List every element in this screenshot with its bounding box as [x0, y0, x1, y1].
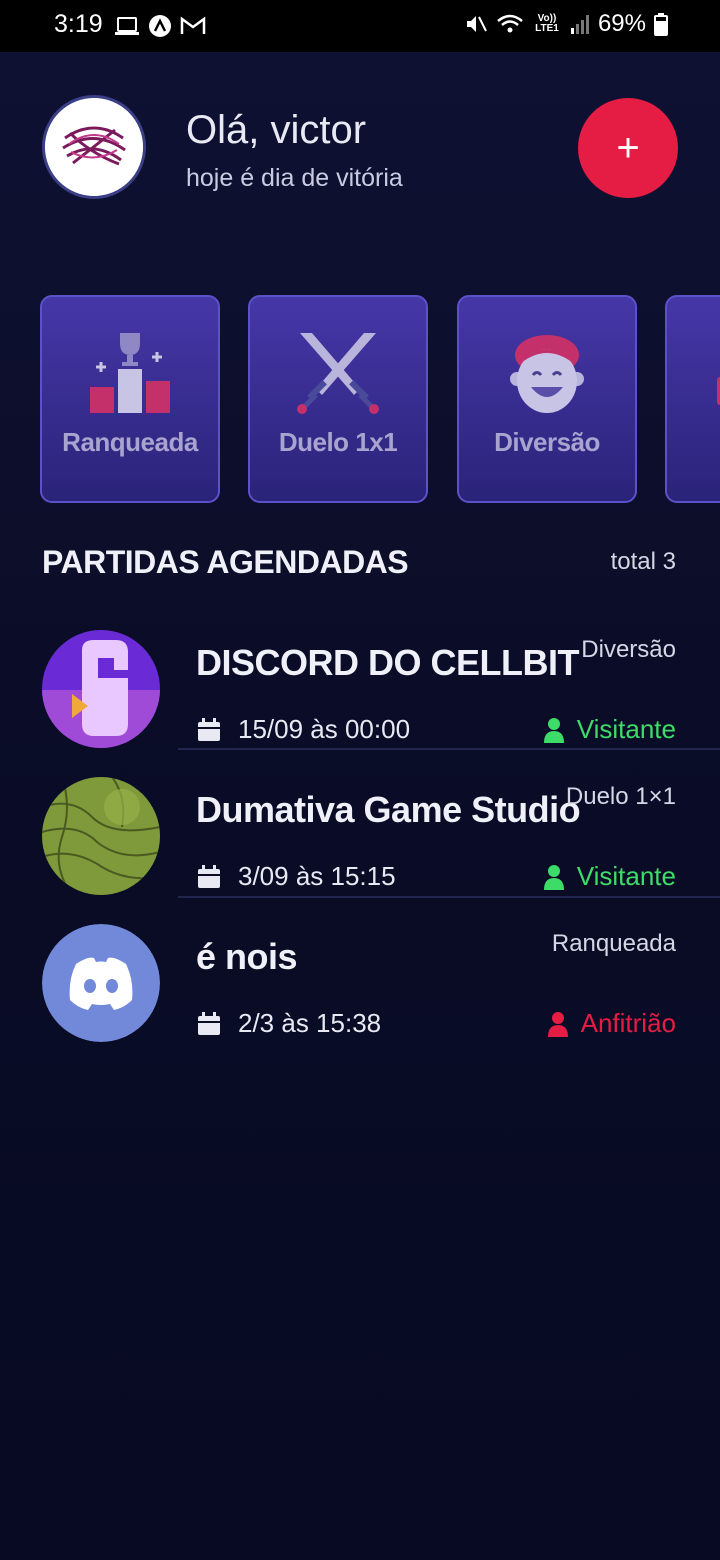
user-icon: [543, 864, 564, 890]
calendar-icon: [198, 1011, 220, 1035]
calendar-icon: [198, 864, 220, 888]
status-bar: 3:19 Vo)) LTE1 69%: [0, 0, 720, 52]
user-avatar[interactable]: [42, 95, 146, 199]
guild-avatar: [42, 777, 160, 895]
category-label: Ranqueada: [62, 427, 198, 457]
add-match-button[interactable]: +: [578, 98, 678, 198]
signal-icon: [570, 13, 590, 35]
battery-percent: 69%: [597, 10, 646, 37]
divider: [178, 896, 720, 898]
match-category: Ranqueada: [551, 930, 676, 957]
notification-icons: [114, 14, 206, 38]
user-icon: [543, 717, 564, 743]
crossed-swords-icon: [297, 333, 379, 414]
match-role: Visitante: [543, 714, 676, 745]
discord-icon: [42, 924, 160, 1042]
greeting-text: Olá, victor: [186, 108, 367, 152]
discord-avatar: [42, 924, 160, 1042]
network-label: Vo)) LTE1: [535, 13, 559, 34]
divider: [178, 748, 720, 750]
match-category: Duelo 1×1: [565, 783, 676, 810]
match-date: 3/09 às 15:15: [196, 861, 396, 892]
match-title: DISCORD DO CELLBIT: [196, 642, 580, 683]
system-indicators: Vo)) LTE1 69%: [464, 10, 668, 38]
category-label: Diversão: [494, 427, 600, 457]
section-title: PARTIDAS AGENDADAS: [42, 544, 409, 580]
list-item[interactable]: Dumativa Game Studio Duelo 1×1 3/09 às 1…: [0, 777, 720, 925]
app-a-icon: [148, 14, 172, 38]
match-role: Visitante: [543, 861, 676, 892]
list-item[interactable]: é nois Ranqueada 2/3 às 15:38 Anfitrião: [0, 924, 720, 1072]
match-date: 2/3 às 15:38: [196, 1008, 381, 1039]
category-card-diversao[interactable]: Diversão: [457, 295, 637, 503]
section-total: total 3: [610, 548, 676, 575]
match-role: Anfitrião: [547, 1008, 676, 1039]
battery-icon: [654, 12, 668, 36]
status-time: 3:19: [54, 10, 103, 38]
match-role-text: Anfitrião: [580, 1008, 676, 1038]
wifi-icon: [496, 13, 524, 35]
match-date-text: 2/3 às 15:38: [238, 1008, 382, 1038]
gmail-icon: [180, 15, 206, 37]
guild-avatar: [42, 630, 160, 748]
match-title: é nois: [196, 936, 298, 977]
category-label: Duelo 1x1: [278, 427, 398, 457]
smiling-face-icon: [510, 335, 584, 413]
list-item[interactable]: DISCORD DO CELLBIT Diversão 15/09 às 00:…: [0, 630, 720, 778]
match-date-text: 3/09 às 15:15: [238, 861, 396, 891]
partial-icon: [717, 377, 720, 405]
match-category: Diversão: [581, 636, 676, 663]
match-date-text: 15/09 às 00:00: [238, 714, 411, 744]
plus-icon: +: [616, 125, 640, 170]
match-role-text: Visitante: [576, 714, 676, 744]
user-icon: [547, 1011, 568, 1037]
category-card-ranqueada[interactable]: Ranqueada: [40, 295, 220, 503]
mute-icon: [464, 12, 488, 36]
match-date: 15/09 às 00:00: [196, 714, 410, 745]
category-card-partial[interactable]: [665, 295, 720, 503]
match-title: Dumativa Game Studio: [196, 789, 581, 830]
calendar-icon: [198, 717, 220, 741]
category-card-duelo[interactable]: Duelo 1x1: [248, 295, 428, 503]
match-role-text: Visitante: [576, 861, 676, 891]
laptop-icon: [114, 15, 140, 37]
podium-trophy-icon: [90, 333, 170, 413]
greeting-subtitle: hoje é dia de vitória: [186, 164, 403, 192]
